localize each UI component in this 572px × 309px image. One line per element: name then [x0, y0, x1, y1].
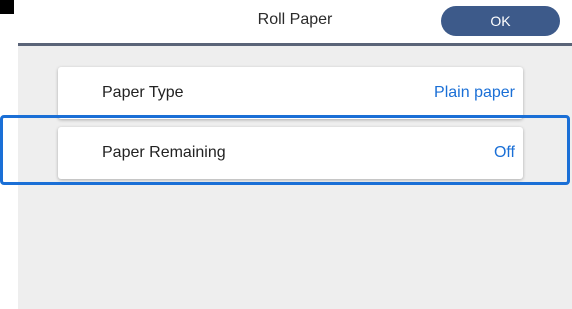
setting-label: Paper Remaining: [102, 144, 226, 161]
settings-panel: Paper Type Plain paper Paper Remaining O…: [18, 46, 572, 309]
setting-label: Paper Type: [102, 84, 184, 101]
header-bar: Roll Paper OK: [18, 0, 572, 44]
corner-mark: [0, 0, 14, 14]
setting-row-paper-remaining[interactable]: Paper Remaining Off: [58, 127, 523, 179]
setting-row-paper-type[interactable]: Paper Type Plain paper: [58, 67, 523, 119]
setting-value: Plain paper: [434, 84, 515, 101]
ok-button[interactable]: OK: [441, 6, 560, 36]
setting-value: Off: [493, 144, 515, 161]
